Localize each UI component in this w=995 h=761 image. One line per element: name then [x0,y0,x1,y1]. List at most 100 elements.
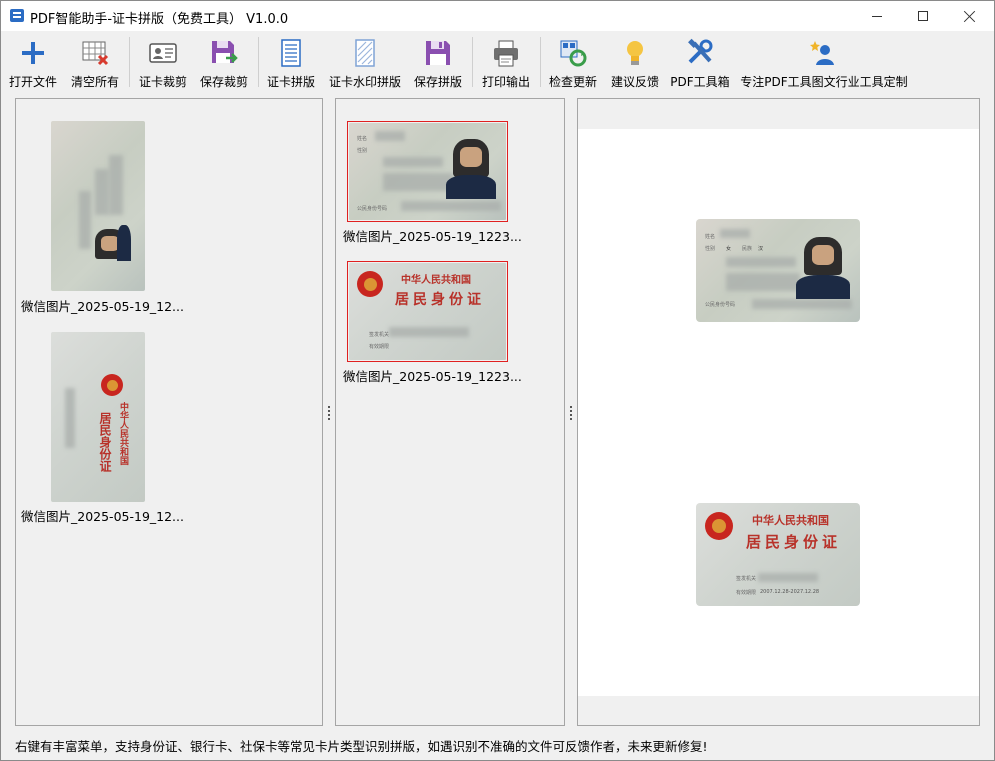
redacted-text [758,573,818,582]
selected-card-frame[interactable]: 姓名 性别 公民身份号码 [347,121,508,222]
card-ethnicity-label: 民族 [742,246,753,252]
redacted-text [95,169,109,215]
card-gender-value: 女 [726,246,732,252]
watermark-layout-label: 证卡水印拼版 [328,75,401,89]
user-star-icon [810,41,834,65]
card-country-text: 中华人民共和国 [118,402,128,465]
card-layout-label: 证卡拼版 [266,75,315,89]
crop-card-button[interactable]: 证卡裁剪 [134,35,192,91]
source-thumbnail[interactable] [51,121,145,291]
clear-grid-icon [82,41,109,66]
portrait-clothing [796,275,850,299]
redacted-text [109,155,123,215]
card-name-text: 居民身份证 [98,412,112,472]
save-layout-button[interactable]: 保存拼版 [409,35,467,91]
print-label: 打印输出 [481,75,530,89]
preview-front-card: 姓名 性别 女 民族 汉 公民身份号码 [696,219,860,322]
splitter-handle[interactable] [328,406,331,420]
redacted-text [726,273,800,291]
redacted-text [726,257,796,267]
custom-tools-button[interactable]: 专注PDF工具图文行业工具定制 [738,35,910,91]
maximize-icon [918,11,928,21]
open-file-button[interactable]: 打开文件 [4,35,62,91]
redacted-text [383,173,453,191]
feedback-button[interactable]: 建议反馈 [606,35,664,91]
card-ethnicity-value: 汉 [758,246,764,252]
check-update-button[interactable]: 检查更新 [544,35,602,91]
a4-page-preview: 姓名 性别 女 民族 汉 公民身份号码 中华人民共和国 居民身份证 签发机关 有… [578,129,979,696]
save-layout-label: 保存拼版 [413,75,462,89]
national-emblem-icon [357,271,383,297]
lightbulb-icon [627,41,643,65]
redacted-text [720,229,750,238]
pdf-toolbox-button[interactable]: PDF工具箱 [668,35,732,91]
watermark-doc-icon [355,39,375,67]
redacted-text [389,327,469,337]
clear-all-label: 清空所有 [70,75,119,89]
card-id-label: 公民身份号码 [705,302,736,308]
cropped-caption: 微信图片_2025-05-19_1223... [343,229,522,244]
portrait-photo [804,237,842,275]
redacted-text [401,201,501,211]
source-images-panel[interactable]: 微信图片_2025-05-19_12... 中华人民共和国 居民身份证 微信图片… [15,98,323,726]
redacted-text [752,299,852,309]
portrait-clothing [117,225,131,261]
card-layout-button[interactable]: 证卡拼版 [262,35,320,91]
redacted-text [79,191,91,249]
card-authority-label: 签发机关 [369,332,390,338]
source-caption: 微信图片_2025-05-19_12... [21,509,184,524]
close-icon [963,10,976,23]
cropped-caption: 微信图片_2025-05-19_1223... [343,369,522,384]
source-thumbnail[interactable]: 中华人民共和国 居民身份证 [51,332,145,502]
app-logo-icon [10,9,24,22]
window-title: PDF智能助手-证卡拼版（免费工具） V1.0.0 [30,12,289,27]
toolbar-separator [540,37,541,87]
document-icon [281,39,301,67]
redacted-text [65,388,75,448]
preview-back-card: 中华人民共和国 居民身份证 签发机关 有效期限 2007.12.28-2027.… [696,503,860,606]
crop-card-label: 证卡裁剪 [138,75,187,89]
status-bar-text: 右键有丰富菜单，支持身份证、银行卡、社保卡等常见卡片类型识别拼版，如遇识别不准确… [15,739,708,754]
id-card-icon [149,43,177,63]
toolbar-separator [472,37,473,87]
custom-tools-label: 专注PDF工具图文行业工具定制 [740,75,908,89]
update-icon [560,40,587,67]
watermark-layout-button[interactable]: 证卡水印拼版 [324,35,406,91]
maximize-button[interactable] [900,1,946,31]
open-file-label: 打开文件 [8,75,57,89]
cropped-back-card: 中华人民共和国 居民身份证 签发机关 有效期限 [349,263,506,360]
national-emblem-icon [705,512,733,540]
minimize-button[interactable] [854,1,900,31]
card-country-text: 中华人民共和国 [752,514,829,527]
national-emblem-icon [101,374,123,396]
card-name-label: 姓名 [357,136,368,142]
tools-icon [688,38,713,64]
card-authority-label: 签发机关 [736,576,757,582]
card-name-text: 居民身份证 [395,292,485,308]
card-validity-value: 2007.12.28-2027.12.28 [760,589,820,595]
card-name-label: 姓名 [705,234,716,240]
title-bar: PDF智能助手-证卡拼版（免费工具） V1.0.0 [1,1,994,31]
save-icon [426,41,450,65]
portrait-photo [453,139,489,177]
save-crop-button[interactable]: 保存裁剪 [195,35,253,91]
card-gender-label: 性别 [357,148,368,154]
clear-all-button[interactable]: 清空所有 [66,35,124,91]
cropped-front-card: 姓名 性别 公民身份号码 [349,123,506,220]
source-caption: 微信图片_2025-05-19_12... [21,299,184,314]
cropped-cards-panel[interactable]: 姓名 性别 公民身份号码 微信图片_2025-05-19_1223... 中华人… [335,98,565,726]
close-button[interactable] [946,1,992,31]
portrait-clothing [446,175,496,199]
splitter-handle[interactable] [570,406,573,420]
print-button[interactable]: 打印输出 [477,35,535,91]
pdf-toolbox-label: PDF工具箱 [670,75,730,89]
selected-card-frame[interactable]: 中华人民共和国 居民身份证 签发机关 有效期限 [347,261,508,362]
save-crop-label: 保存裁剪 [199,75,248,89]
check-update-label: 检查更新 [548,75,597,89]
save-export-icon [212,41,238,63]
toolbar-separator [258,37,259,87]
plus-icon [22,42,44,64]
card-gender-label: 性别 [705,246,716,252]
printer-icon [494,40,518,67]
app-window: PDF智能助手-证卡拼版（免费工具） V1.0.0 打开文件 清空所有 证卡裁剪… [0,0,995,761]
